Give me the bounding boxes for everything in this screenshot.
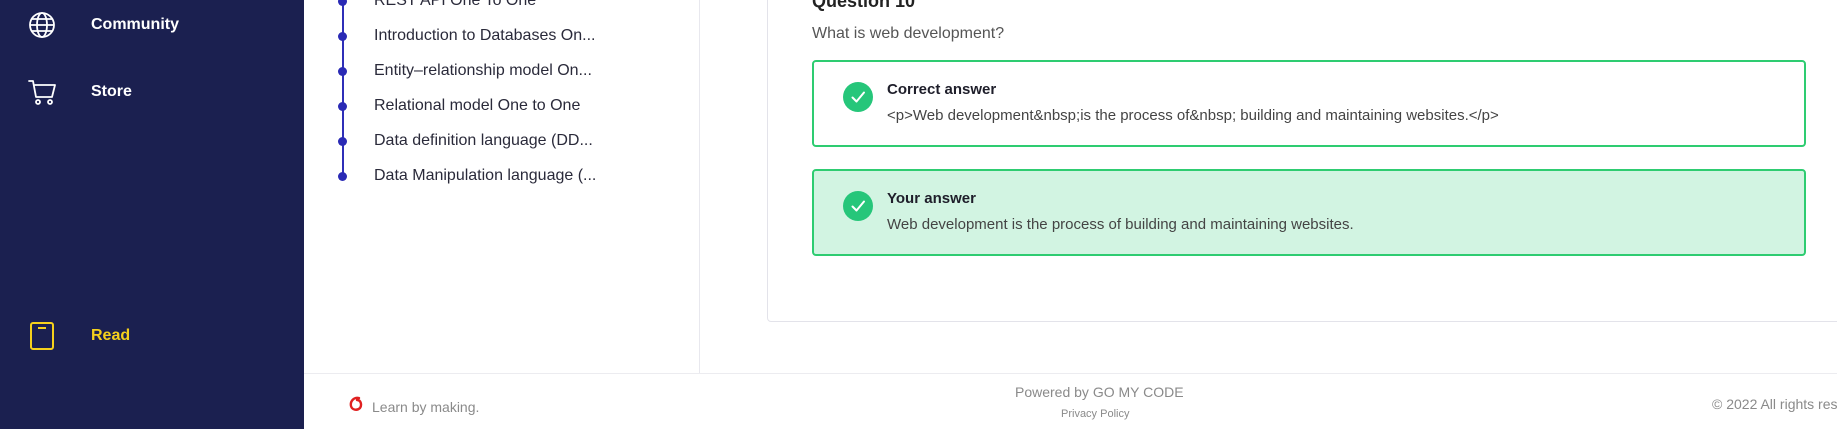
outline-item[interactable]: Relational model One to One <box>334 91 674 121</box>
timeline-dot <box>338 101 347 111</box>
outline-item[interactable]: Entity–relationship model On... <box>334 56 674 86</box>
sidebar-item-label: Store <box>91 83 132 100</box>
your-answer-title: Your answer <box>887 190 976 207</box>
check-icon <box>843 82 873 112</box>
outline-item[interactable]: REST API One To One <box>334 0 674 16</box>
course-outline: REST API One To One Introduction to Data… <box>304 0 700 374</box>
cart-icon <box>26 76 58 108</box>
quiz-card: Question 10 What is web development? Cor… <box>767 0 1837 322</box>
sidebar-item-read[interactable]: Read <box>0 312 304 360</box>
footer-tagline: Learn by making. <box>372 398 480 415</box>
timeline-dot <box>338 31 347 41</box>
privacy-policy-link[interactable]: Privacy Policy <box>1061 408 1129 420</box>
outline-item-label: Introduction to Databases On... <box>374 27 596 44</box>
outline-item-label: REST API One To One <box>374 0 537 9</box>
question-title: Question 10 <box>812 0 916 11</box>
outline-item[interactable]: Data definition language (DD... <box>334 126 674 156</box>
footer-powered-by: Powered by GO MY CODE <box>1015 384 1184 400</box>
timeline-dot <box>338 136 347 146</box>
sidebar-item-community[interactable]: Community <box>0 1 304 49</box>
your-answer-box: Your answer Web development is the proce… <box>812 169 1806 256</box>
correct-answer-box: Correct answer <p>Web development&nbsp;i… <box>812 60 1806 147</box>
outline-item-label: Data definition language (DD... <box>374 132 593 149</box>
your-answer-text: Web development is the process of buildi… <box>887 216 1354 233</box>
outline-item-label: Entity–relationship model On... <box>374 62 592 79</box>
timeline-dot <box>338 171 347 181</box>
outline-item-label: Relational model One to One <box>374 97 581 114</box>
correct-answer-title: Correct answer <box>887 81 997 98</box>
footer: Learn by making. Powered by GO MY CODE P… <box>304 373 1837 429</box>
check-icon <box>843 191 873 221</box>
timeline-dot <box>338 0 347 6</box>
outline-item-label: Data Manipulation language (... <box>374 167 597 184</box>
question-text: What is web development? <box>812 25 1005 42</box>
sidebar-item-label: Read <box>91 327 131 344</box>
outline-item[interactable]: Data Manipulation language (... <box>334 161 674 191</box>
sidebar-item-store[interactable]: Store <box>0 68 304 116</box>
sidebar-item-label: Community <box>91 16 179 33</box>
sidebar: Community Store Read <box>0 0 304 429</box>
timeline-dot <box>338 66 347 76</box>
outline-item[interactable]: Introduction to Databases On... <box>334 21 674 51</box>
globe-icon <box>26 9 58 41</box>
correct-answer-text: <p>Web development&nbsp;is the process o… <box>887 107 1499 124</box>
footer-copyright: © 2022 All rights reserved <box>1712 396 1837 412</box>
book-icon <box>26 320 58 352</box>
footer-brand: Learn by making. <box>348 396 479 417</box>
gomycode-logo-icon <box>348 396 364 417</box>
